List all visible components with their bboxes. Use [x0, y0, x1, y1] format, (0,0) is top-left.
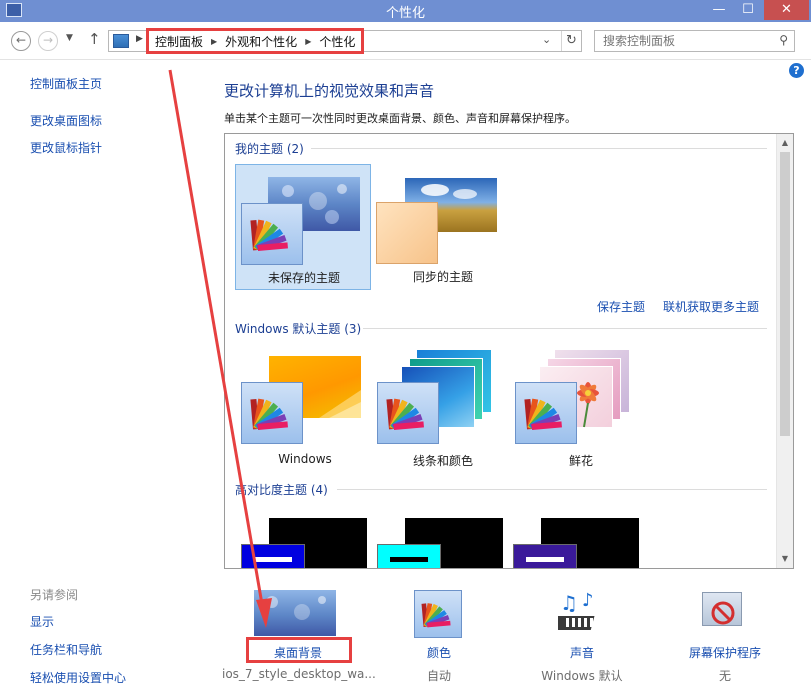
annotation-arrow — [168, 69, 272, 628]
